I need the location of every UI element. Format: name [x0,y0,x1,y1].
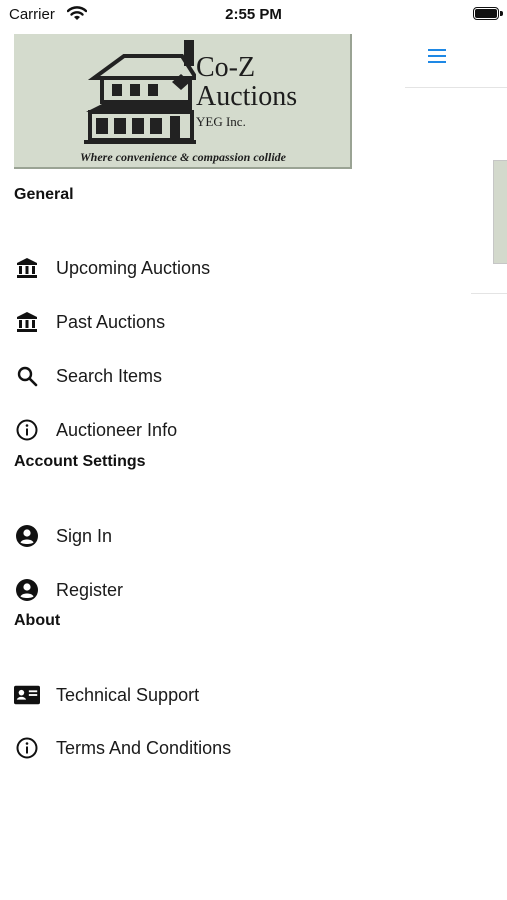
logo-brand-line3: YEG Inc. [196,114,246,129]
menu-item-label: Auctioneer Info [56,419,178,440]
logo-tagline: Where convenience & compassion collide [80,150,286,164]
logo-brand-line2: Auctions [196,81,298,112]
menu-item-label: Past Auctions [56,311,166,332]
menu-item-search-items[interactable]: Search Items [14,356,354,396]
menu-item-register[interactable]: Register [14,570,354,610]
divider [405,87,507,88]
company-logo: Co-Z Auctions YEG Inc. Where convenience… [14,34,352,169]
section-title-general: General [14,186,74,203]
menu-item-upcoming-auctions[interactable]: Upcoming Auctions [14,248,354,288]
menu-item-label: Search Items [56,365,163,386]
menu-item-label: Upcoming Auctions [56,257,211,278]
menu-item-sign-in[interactable]: Sign In [14,516,354,556]
battery-icon [473,7,499,20]
logo-brand-line1: Co-Z [196,52,256,83]
account-circle-icon [14,523,40,549]
house-icon [84,40,196,144]
section-title-about: About [14,612,61,629]
menu-item-label: Sign In [56,525,113,546]
divider [471,293,507,294]
account-circle-icon [14,577,40,603]
contact-card-icon [14,682,40,708]
info-icon [14,417,40,443]
status-time: 2:55 PM [225,6,282,23]
auction-card-thumbnail[interactable] [493,160,507,264]
status-bar: Carrier 2:55 PM [0,0,507,30]
bank-icon [14,255,40,281]
info-icon [14,735,40,761]
section-title-account-settings: Account Settings [14,453,146,470]
menu-item-label: Register [56,579,124,600]
hamburger-menu-icon[interactable] [425,44,449,68]
menu-item-label: Technical Support [56,684,200,705]
search-icon [14,363,40,389]
bank-icon [14,309,40,335]
menu-item-label: Terms And Conditions [56,737,232,758]
menu-item-past-auctions[interactable]: Past Auctions [14,302,354,342]
menu-item-technical-support[interactable]: Technical Support [14,675,354,715]
menu-item-auctioneer-info[interactable]: Auctioneer Info [14,410,354,450]
menu-item-terms-and-conditions[interactable]: Terms And Conditions [14,728,354,768]
